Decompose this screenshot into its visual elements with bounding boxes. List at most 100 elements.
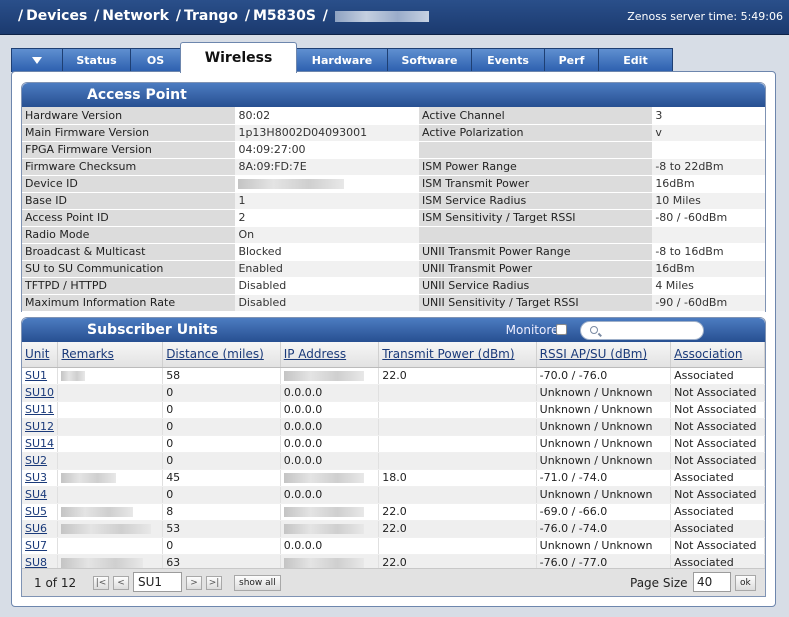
remarks-cell: [57, 520, 164, 538]
ap-label: Firmware Checksum: [22, 158, 236, 176]
ap-value: [235, 175, 419, 193]
table-row[interactable]: SU2 0 0.0.0.0 Unknown / Unknown Not Associat…: [22, 452, 765, 470]
column-header[interactable]: Unit: [22, 342, 59, 368]
ap-row: FPGA Firmware Version 04:09:27:00: [22, 141, 765, 159]
remarks-cell: [57, 452, 164, 470]
monitored-checkbox[interactable]: [556, 324, 567, 335]
page-size-ok-button[interactable]: ok: [735, 575, 756, 591]
table-row[interactable]: SU7 0 0.0.0.0 Unknown / Unknown Not Associat…: [22, 537, 765, 555]
tab-hardware[interactable]: Hardware: [296, 48, 388, 72]
ap-value: -8 to 16dBm: [652, 243, 765, 261]
redacted-device-name: [334, 10, 429, 22]
table-row[interactable]: SU1 58 22.0 -70.0 / -76.0 Associated: [22, 367, 765, 385]
ip-address-cell: 0.0.0.0: [280, 418, 380, 436]
tab-software[interactable]: Software: [387, 48, 472, 72]
access-point-title: Access Point: [22, 83, 765, 107]
table-row[interactable]: SU4 0 0.0.0.0 Unknown / Unknown Not Associat…: [22, 486, 765, 504]
ap-value: 16dBm: [652, 175, 765, 193]
ap-row: Access Point ID 2 ISM Sensitivity / Target…: [22, 209, 765, 227]
last-page-button[interactable]: >|: [206, 576, 222, 590]
breadcrumb-device-class[interactable]: M5830S: [253, 8, 316, 24]
unit-link[interactable]: SU14: [25, 437, 54, 450]
show-all-button[interactable]: show all: [234, 575, 281, 591]
tab-edit[interactable]: Edit: [598, 48, 673, 72]
rssi-cell: Unknown / Unknown: [536, 486, 672, 504]
breadcrumb-network[interactable]: Network: [102, 8, 169, 24]
redacted-remarks: [61, 558, 144, 568]
server-time: Zenoss server time: 5:49:06: [627, 10, 783, 23]
table-row[interactable]: SU14 0 0.0.0.0 Unknown / Unknown Not Associa…: [22, 435, 765, 453]
ip-address-cell: 0.0.0.0: [280, 537, 380, 555]
association-cell: Not Associated: [670, 537, 765, 555]
column-header[interactable]: Association: [670, 342, 765, 368]
unit-cell: SU14: [22, 435, 59, 453]
remarks-cell: [57, 418, 164, 436]
rssi-cell: Unknown / Unknown: [536, 452, 672, 470]
column-header[interactable]: Remarks: [57, 342, 164, 368]
association-cell: Not Associated: [670, 401, 765, 419]
ap-row: TFTPD / HTTPD Disabled UNII Service Radius…: [22, 277, 765, 295]
page-jump-input[interactable]: SU1: [133, 572, 182, 592]
breadcrumb-trango[interactable]: Trango: [184, 8, 238, 24]
rssi-cell: -70.0 / -76.0: [536, 367, 672, 385]
rssi-cell: Unknown / Unknown: [536, 384, 672, 402]
transmit-power-cell: 18.0: [378, 469, 537, 487]
remarks-cell: [57, 401, 164, 419]
first-page-button[interactable]: |<: [93, 576, 109, 590]
ap-label: ISM Sensitivity / Target RSSI: [418, 209, 653, 227]
unit-link[interactable]: SU3: [25, 471, 47, 484]
unit-link[interactable]: SU6: [25, 522, 47, 535]
transmit-power-cell: [378, 486, 537, 504]
distance-cell: 0: [162, 537, 281, 555]
unit-link[interactable]: SU11: [25, 403, 54, 416]
redacted-ip-address: [283, 524, 364, 534]
tab-perf[interactable]: Perf: [544, 48, 599, 72]
subscriber-units-title: Subscriber Units: [87, 322, 218, 338]
ap-row: Firmware Checksum 8A:09:FD:7E ISM Power Ra…: [22, 158, 765, 176]
unit-cell: SU11: [22, 401, 59, 419]
breadcrumb-devices[interactable]: Devices: [26, 8, 87, 24]
tab-os[interactable]: OS: [130, 48, 181, 72]
ip-address-cell: 0.0.0.0: [280, 452, 380, 470]
unit-link[interactable]: SU10: [25, 386, 54, 399]
unit-link[interactable]: SU2: [25, 454, 47, 467]
prev-page-button[interactable]: <: [113, 576, 129, 590]
tab-menu-dropdown[interactable]: [11, 48, 63, 72]
unit-cell: SU7: [22, 537, 59, 555]
page-size-input[interactable]: 40: [693, 572, 731, 592]
table-row[interactable]: SU6 53 22.0 -76.0 / -74.0 Associated: [22, 520, 765, 538]
ap-value: Disabled: [235, 277, 419, 295]
column-header[interactable]: Distance (miles): [162, 342, 281, 368]
ap-value: 4 Miles: [652, 277, 765, 295]
unit-link[interactable]: SU4: [25, 488, 47, 501]
unit-link[interactable]: SU7: [25, 539, 47, 552]
redacted-device-id: [238, 179, 345, 189]
table-row[interactable]: SU11 0 0.0.0.0 Unknown / Unknown Not Associa…: [22, 401, 765, 419]
table-row[interactable]: SU10 0 0.0.0.0 Unknown / Unknown Not Associa…: [22, 384, 765, 402]
tab-wireless[interactable]: Wireless: [180, 42, 297, 73]
ap-label: Hardware Version: [22, 107, 236, 125]
filter-search-input[interactable]: [580, 321, 704, 340]
distance-cell: 58: [162, 367, 281, 385]
tab-events[interactable]: Events: [471, 48, 545, 72]
next-page-button[interactable]: >: [186, 576, 202, 590]
transmit-power-cell: 22.0: [378, 503, 537, 521]
unit-link[interactable]: SU5: [25, 505, 47, 518]
tab-status[interactable]: Status: [62, 48, 131, 72]
distance-cell: 0: [162, 401, 281, 419]
distance-cell: 53: [162, 520, 281, 538]
column-header[interactable]: IP Address: [280, 342, 380, 368]
ap-label: UNII Transmit Power: [418, 260, 653, 278]
column-header[interactable]: Transmit Power (dBm): [378, 342, 537, 368]
unit-link[interactable]: SU12: [25, 420, 54, 433]
table-row[interactable]: SU5 8 22.0 -69.0 / -66.0 Associated: [22, 503, 765, 521]
table-row[interactable]: SU3 45 18.0 -71.0 / -74.0 Associated: [22, 469, 765, 487]
table-row[interactable]: SU12 0 0.0.0.0 Unknown / Unknown Not Associa…: [22, 418, 765, 436]
ap-label: TFTPD / HTTPD: [22, 277, 236, 295]
unit-cell: SU5: [22, 503, 59, 521]
ap-row: SU to SU Communication Enabled UNII Transm…: [22, 260, 765, 278]
ap-value: 2: [235, 209, 419, 227]
ap-label: Active Polarization: [418, 124, 653, 142]
column-header[interactable]: RSSI AP/SU (dBm): [536, 342, 672, 368]
unit-link[interactable]: SU1: [25, 369, 47, 382]
